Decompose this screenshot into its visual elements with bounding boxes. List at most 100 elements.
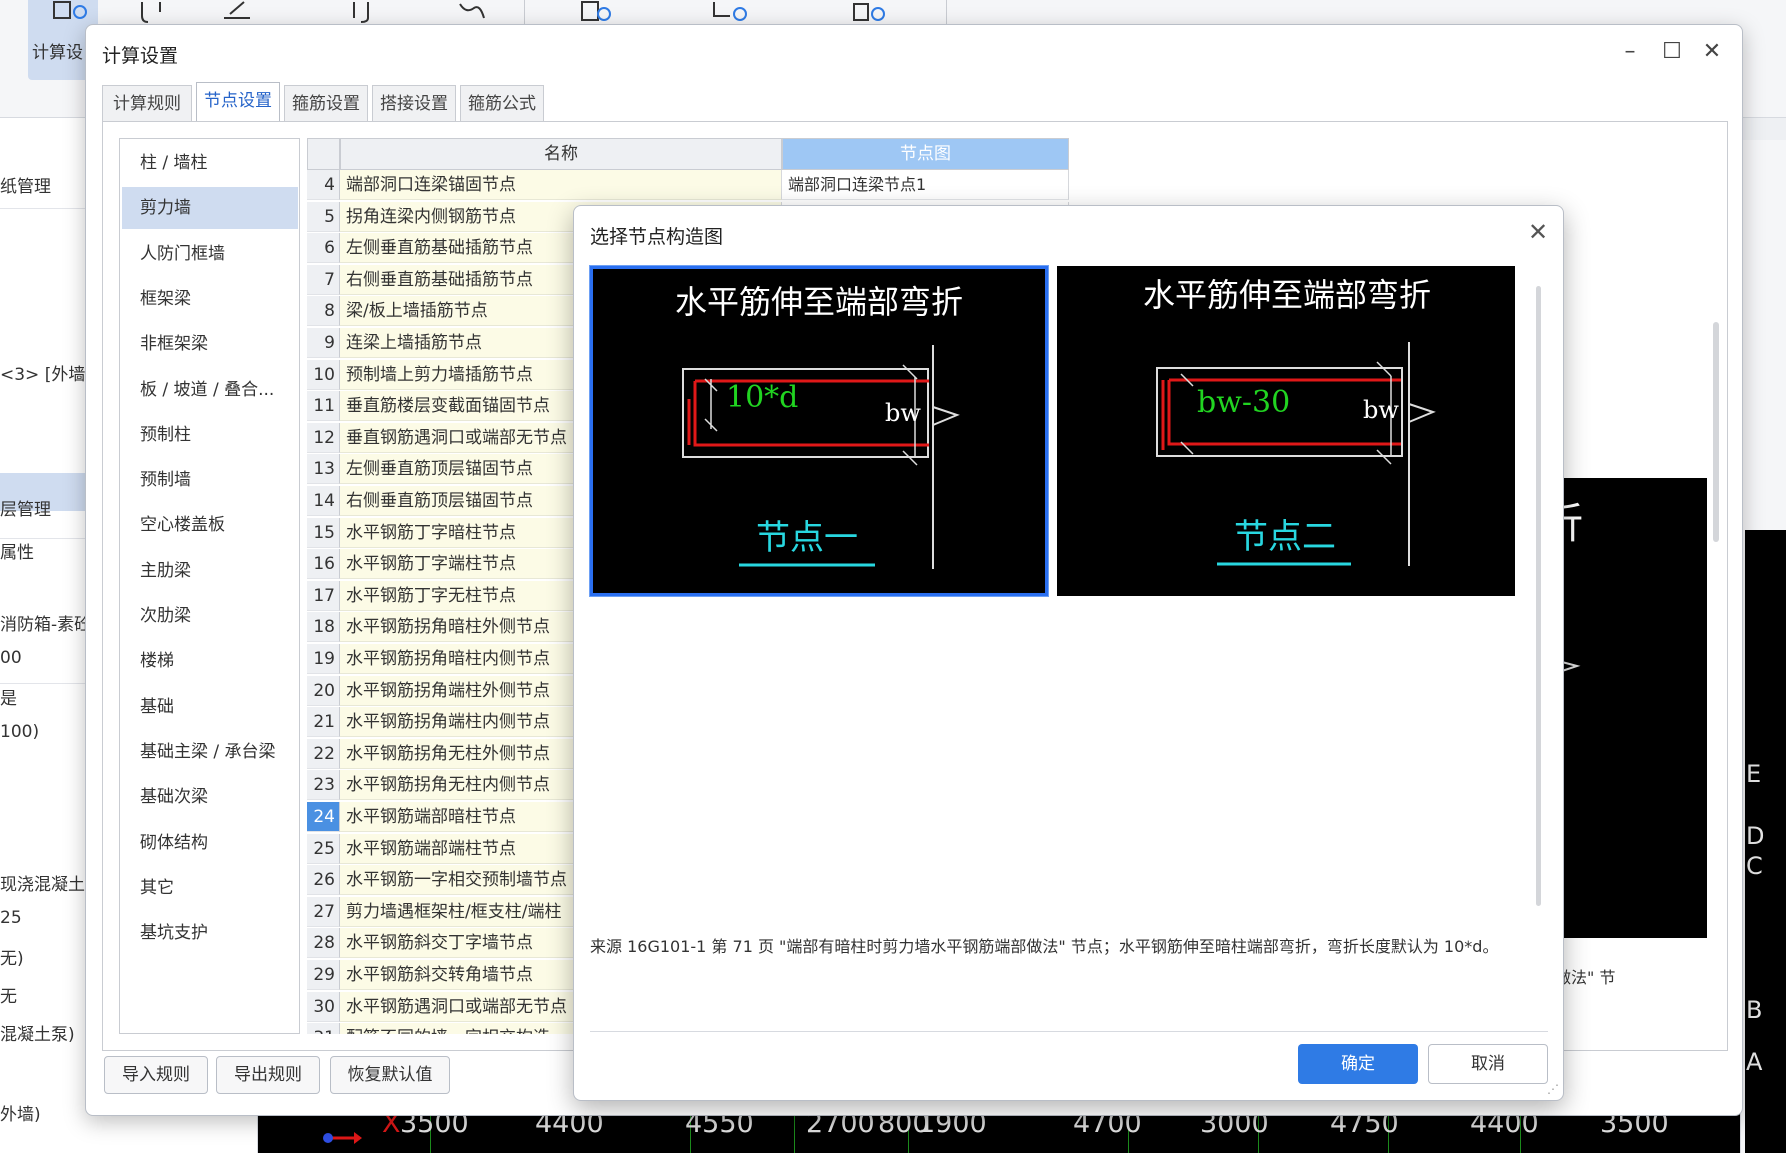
row-number[interactable]: 31 xyxy=(307,1023,340,1034)
divider xyxy=(0,208,90,209)
category-item[interactable]: 板 / 坡道 / 叠合... xyxy=(122,369,298,411)
row-number[interactable]: 23 xyxy=(307,770,340,801)
export-rules-button[interactable]: 导出规则 xyxy=(216,1056,320,1094)
category-item[interactable]: 次肋梁 xyxy=(122,595,298,637)
node-1-bw-label: bw xyxy=(885,399,921,427)
row-node-value[interactable]: 端部洞口连梁节点1 xyxy=(782,170,1069,200)
row-number[interactable]: 4 xyxy=(307,170,340,200)
select-node-dialog: 选择节点构造图 ✕ 水平筋伸至端部弯折 10*d bw 节点一 水平筋伸至端部弯… xyxy=(573,205,1564,1101)
node-1-caption: 节点一 xyxy=(756,518,858,558)
background-panel-label: <3> [外墙 xyxy=(0,365,86,385)
row-number[interactable]: 5 xyxy=(307,201,340,232)
category-item[interactable]: 其它 xyxy=(122,867,298,909)
category-item[interactable]: 预制柱 xyxy=(122,414,298,456)
ok-button[interactable]: 确定 xyxy=(1298,1044,1418,1084)
row-number[interactable]: 21 xyxy=(307,707,340,738)
close-button[interactable]: ✕ xyxy=(1692,37,1732,67)
row-number[interactable]: 30 xyxy=(307,991,340,1022)
cad-axis-letter: E xyxy=(1746,760,1762,788)
table-row[interactable]: 4 端部洞口连梁锚固节点 端部洞口连梁节点1 xyxy=(307,170,1607,200)
category-item[interactable]: 柱 / 墙柱 xyxy=(122,142,298,184)
node-option-1[interactable]: 水平筋伸至端部弯折 10*d bw 节点一 xyxy=(589,265,1049,597)
tab-stirrup-formula[interactable]: 箍筋公式 xyxy=(460,85,544,123)
table-corner-header xyxy=(307,138,340,170)
row-number[interactable]: 28 xyxy=(307,928,340,959)
ribbon-separator xyxy=(946,0,947,24)
row-number[interactable]: 14 xyxy=(307,486,340,516)
category-item[interactable]: 主肋梁 xyxy=(122,550,298,592)
background-panel-label: 无 xyxy=(0,987,17,1007)
row-number[interactable]: 19 xyxy=(307,644,340,674)
tab-calc-rules[interactable]: 计算规则 xyxy=(102,85,192,123)
background-panel-label: 消防箱-素砼 xyxy=(0,615,92,635)
row-number[interactable]: 13 xyxy=(307,454,340,485)
category-item[interactable]: 基坑支护 xyxy=(122,912,298,954)
cad-axis-letter: A xyxy=(1746,1048,1763,1076)
category-item[interactable]: 砌体结构 xyxy=(122,822,298,864)
category-item[interactable]: 基础次梁 xyxy=(122,776,298,818)
resize-grip-icon[interactable]: ⋰ xyxy=(1547,1082,1559,1096)
node-option-2[interactable]: 水平筋伸至端部弯折 bw-30 bw 节点二 xyxy=(1057,266,1515,596)
node-1-title: 水平筋伸至端部弯折 xyxy=(675,283,963,321)
row-number[interactable]: 27 xyxy=(307,896,340,927)
row-number[interactable]: 29 xyxy=(307,960,340,990)
row-number[interactable]: 25 xyxy=(307,833,340,864)
maximize-button[interactable]: ☐ xyxy=(1652,37,1692,67)
category-item[interactable]: 框架梁 xyxy=(122,278,298,320)
row-number[interactable]: 8 xyxy=(307,296,340,327)
node-description: 来源 16G101-1 第 71 页 "端部有暗柱时剪力墙水平钢筋端部做法" 节… xyxy=(590,937,1499,956)
row-number[interactable]: 10 xyxy=(307,359,340,390)
background-panel-label: 现浇混凝土 xyxy=(0,875,85,895)
row-number[interactable]: 16 xyxy=(307,549,340,580)
background-panel-label: 是 xyxy=(0,689,17,709)
category-item[interactable]: 基础主梁 / 承台梁 xyxy=(122,731,298,773)
row-number[interactable]: 12 xyxy=(307,422,340,453)
divider xyxy=(0,683,90,684)
node-2-dim-label: bw-30 xyxy=(1197,385,1290,420)
subdialog-close-button[interactable]: ✕ xyxy=(1522,216,1554,248)
restore-defaults-button[interactable]: 恢复默认值 xyxy=(330,1056,450,1094)
background-panel-label: 00 xyxy=(0,648,22,668)
node-2-bw-label: bw xyxy=(1363,396,1399,424)
row-number[interactable]: 18 xyxy=(307,612,340,643)
node-2-caption: 节点二 xyxy=(1234,517,1336,557)
row-number[interactable]: 22 xyxy=(307,738,340,769)
import-rules-button[interactable]: 导入规则 xyxy=(104,1056,208,1094)
row-number[interactable]: 15 xyxy=(307,517,340,548)
background-panel-label: 无) xyxy=(0,949,24,969)
tab-stirrup-settings[interactable]: 箍筋设置 xyxy=(284,85,368,123)
row-number[interactable]: 6 xyxy=(307,233,340,264)
category-list: 柱 / 墙柱 剪力墙 人防门框墙 框架梁 非框架梁板 / 坡道 / 叠合... 预制柱 预制… xyxy=(119,138,300,1034)
row-name: 端部洞口连梁锚固节点 xyxy=(340,170,782,200)
row-number[interactable]: 20 xyxy=(307,675,340,706)
background-panel-label: 属性 xyxy=(0,543,34,563)
category-item[interactable]: 非框架梁 xyxy=(122,323,298,365)
row-number[interactable]: 17 xyxy=(307,580,340,611)
column-header-node[interactable]: 节点图 xyxy=(782,138,1069,170)
ribbon-separator xyxy=(524,0,525,24)
column-header-name[interactable]: 名称 xyxy=(340,138,782,170)
row-number[interactable]: 11 xyxy=(307,391,340,422)
tab-node-settings[interactable]: 节点设置 xyxy=(196,82,280,124)
row-number[interactable]: 24 xyxy=(307,802,340,832)
cad-axis-letter: D xyxy=(1746,822,1765,850)
divider xyxy=(0,538,90,539)
category-item[interactable]: 剪力墙 xyxy=(122,187,298,230)
subdialog-scrollbar[interactable] xyxy=(1536,286,1541,906)
cancel-button[interactable]: 取消 xyxy=(1428,1044,1548,1084)
category-item[interactable]: 楼梯 xyxy=(122,640,298,682)
category-item[interactable]: 基础 xyxy=(122,686,298,728)
tab-lap-settings[interactable]: 搭接设置 xyxy=(372,85,456,123)
category-item[interactable]: 预制墙 xyxy=(122,459,298,501)
category-item[interactable]: 空心楼盖板 xyxy=(122,504,298,546)
node-1-dim-label: 10*d xyxy=(726,380,798,415)
row-number[interactable]: 7 xyxy=(307,264,340,295)
background-panel-label: 25 xyxy=(0,908,22,928)
cad-axis-letter: C xyxy=(1746,852,1763,880)
row-number[interactable]: 9 xyxy=(307,328,340,358)
background-panel-label: 纸管理 xyxy=(0,177,51,197)
background-panel-label: 层管理 xyxy=(0,500,51,520)
category-item[interactable]: 人防门框墙 xyxy=(122,233,298,275)
row-number[interactable]: 26 xyxy=(307,865,340,896)
minimize-button[interactable]: – xyxy=(1610,37,1650,67)
